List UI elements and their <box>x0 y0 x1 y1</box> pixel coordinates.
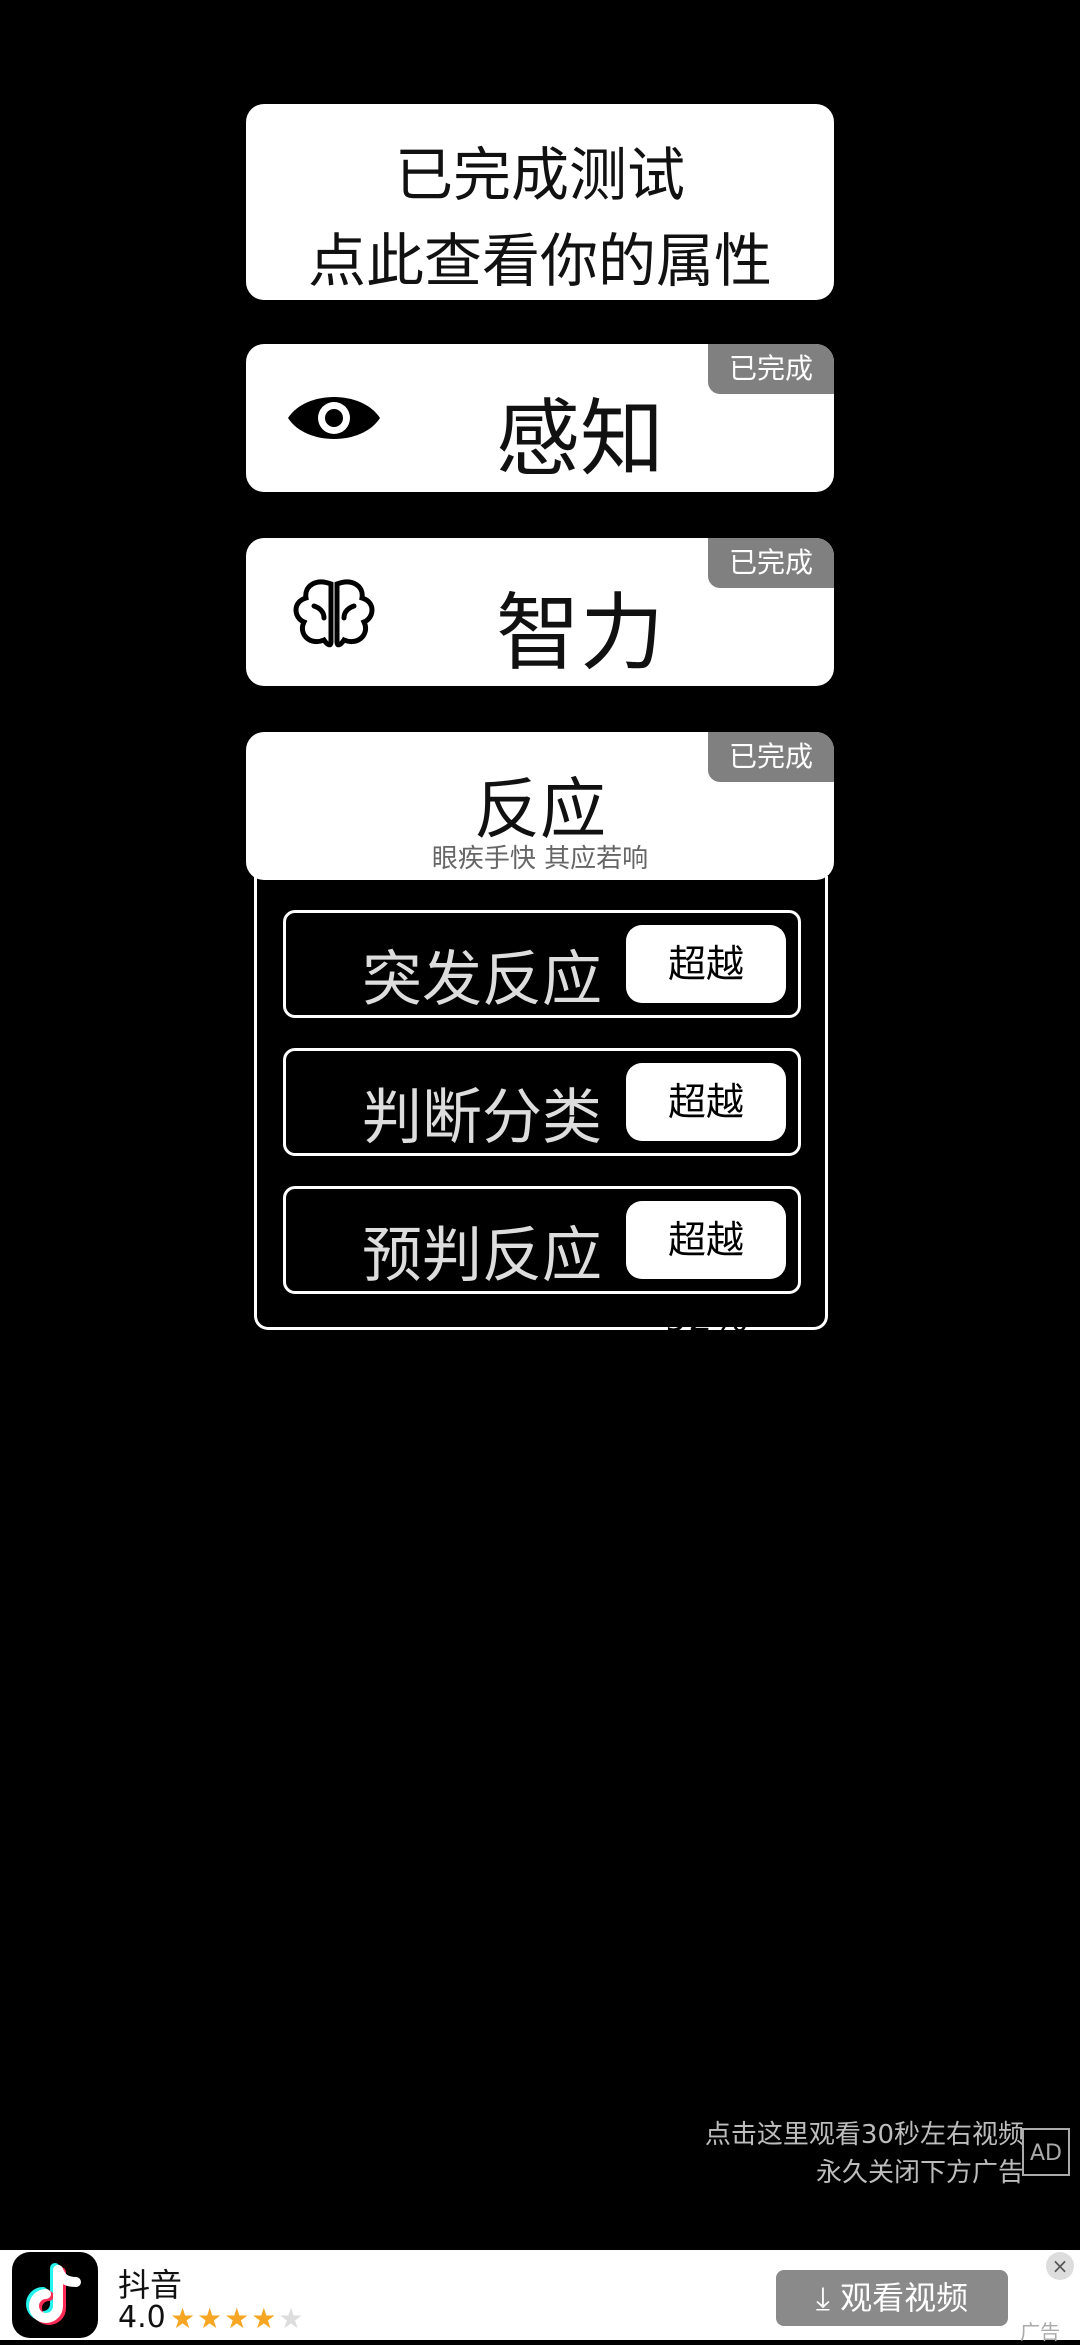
category-card-reaction[interactable]: 反应 眼疾手快 其应若响 已完成 <box>246 732 834 880</box>
result-percentile: 超越92% <box>626 1201 786 1340</box>
watch-video-button[interactable]: ⤓ 观看视频 <box>776 2270 1008 2326</box>
watch-video-label: 观看视频 <box>840 2279 969 2317</box>
result-row: 突发反应 超越99% <box>283 910 801 1064</box>
promo-line-2: 永久关闭下方广告 <box>815 2158 1024 2188</box>
summary-line-1: 已完成测试 <box>394 141 685 209</box>
remove-ads-link[interactable]: 点击这里观看30秒左右视频 永久关闭下方广告 <box>705 2116 1024 2192</box>
ad-icon: AD <box>1022 2128 1070 2176</box>
completed-badge: 已完成 <box>708 344 834 394</box>
tiktok-logo-icon <box>12 2252 98 2338</box>
summary-line-2: 点此查看你的属性 <box>307 227 772 295</box>
promo-line-1: 点击这里观看30秒左右视频 <box>704 2120 1024 2150</box>
completed-badge: 已完成 <box>708 732 834 782</box>
result-label: 突发反应 <box>362 945 602 1015</box>
result-label: 判断分类 <box>362 1083 602 1153</box>
result-label: 预判反应 <box>362 1221 602 1291</box>
category-card-perception[interactable]: 感知 已完成 <box>246 344 834 492</box>
result-percentile: 超越99% <box>626 1063 786 1202</box>
star-rating-icon: ★★★★★ <box>170 2302 306 2335</box>
reaction-results-panel: 突发反应 超越99% 判断分类 超越99% 预判反应 超越92% <box>254 876 828 1340</box>
download-icon: ⤓ <box>815 2279 830 2317</box>
completed-badge: 已完成 <box>708 538 834 588</box>
result-percentile: 超越99% <box>626 925 786 1064</box>
result-row: 预判反应 超越92% <box>283 1186 801 1340</box>
category-card-intellect[interactable]: 智力 已完成 <box>246 538 834 686</box>
ad-label: 广告 <box>1020 2320 1060 2344</box>
result-row: 判断分类 超越99% <box>283 1048 801 1202</box>
results-summary-button[interactable]: 已完成测试 点此查看你的属性 <box>246 104 834 300</box>
category-subtitle: 眼疾手快 其应若响 <box>431 844 649 874</box>
close-ad-icon[interactable]: × <box>1046 2252 1074 2280</box>
ad-rating: 4.0 <box>118 2300 166 2335</box>
